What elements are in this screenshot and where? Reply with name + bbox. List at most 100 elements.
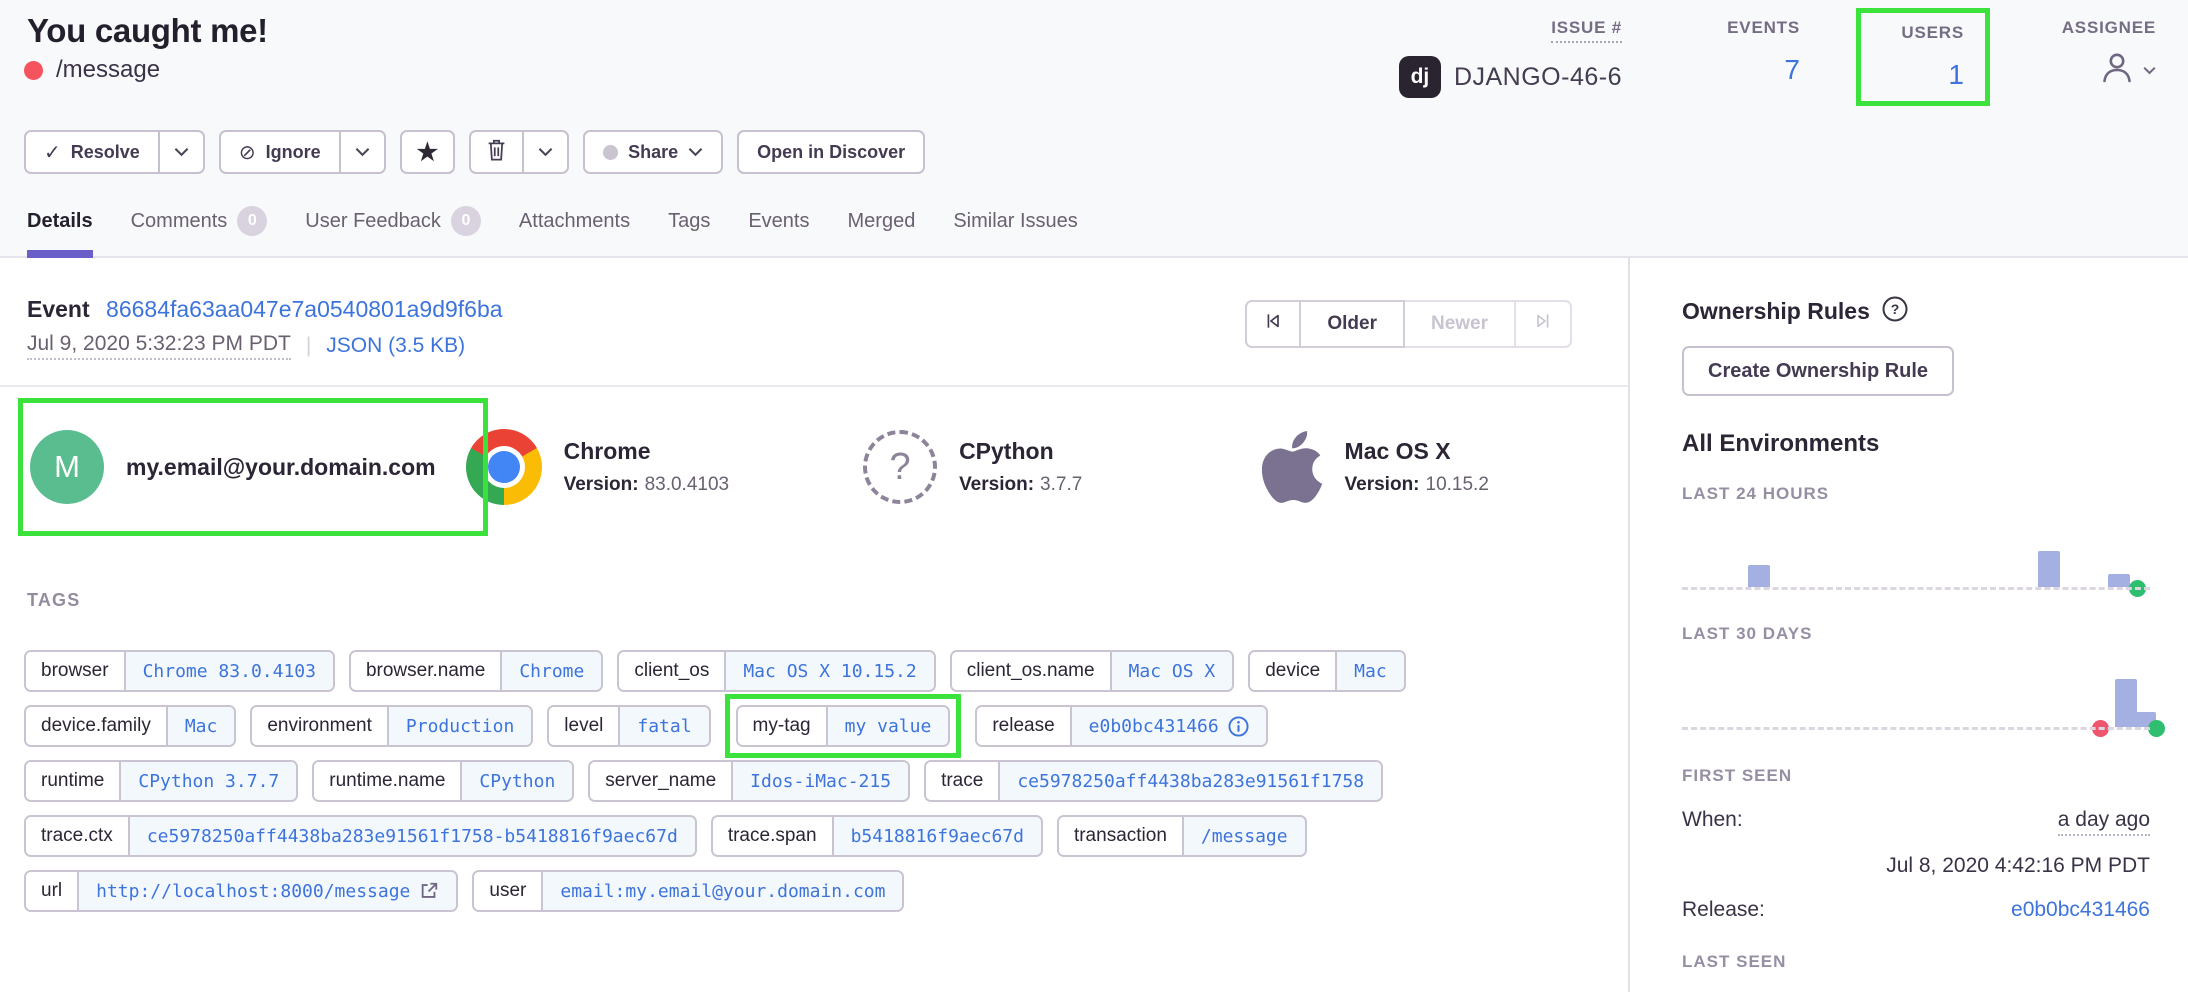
event-json-link[interactable]: JSON (3.5 KB) — [326, 334, 465, 358]
newer-event-button[interactable]: Newer — [1405, 300, 1516, 348]
tag-value[interactable]: b5418816f9aec67d — [832, 817, 1041, 855]
issue-number-label[interactable]: ISSUE # — [1551, 18, 1622, 43]
delete-button-group — [469, 130, 569, 174]
help-icon[interactable]: ? — [1882, 296, 1908, 327]
skip-to-latest-button[interactable] — [1516, 300, 1572, 348]
tag-key: runtime — [26, 762, 119, 800]
sparkline-last-24-hours — [1682, 534, 2150, 590]
tag-key: device — [1250, 652, 1335, 690]
tag-value[interactable]: email:my.email@your.domain.com — [541, 872, 902, 910]
tag-value-text: my value — [845, 716, 932, 737]
version-label: Version: — [564, 474, 639, 495]
tag-value[interactable]: Production — [387, 707, 531, 745]
older-event-button[interactable]: Older — [1301, 300, 1405, 348]
event-title-row: Event 86684fa63aa047e7a0540801a9d9f6ba — [27, 296, 503, 323]
ignore-button[interactable]: ⊘ Ignore — [219, 130, 341, 174]
tag-value[interactable]: Mac OS X — [1110, 652, 1233, 690]
tag-key: release — [977, 707, 1069, 745]
first-seen-relative[interactable]: a day ago — [2058, 808, 2150, 836]
tab-tags[interactable]: Tags — [668, 206, 710, 256]
tag-value[interactable]: ce5978250aff4438ba283e91561f1758-b541881… — [128, 817, 695, 855]
tag-key: trace.ctx — [26, 817, 128, 855]
ignore-dropdown-button[interactable] — [341, 130, 386, 174]
tag-value[interactable]: Idos-iMac-215 — [731, 762, 908, 800]
culprit-row: /message — [24, 56, 160, 84]
resolve-dropdown-button[interactable] — [160, 130, 205, 174]
tag-key: server_name — [590, 762, 731, 800]
delete-dropdown-button[interactable] — [524, 130, 569, 174]
tab-label: Attachments — [519, 210, 630, 233]
tag-value[interactable]: Chrome 83.0.4103 — [124, 652, 333, 690]
tag-value[interactable]: CPython — [460, 762, 572, 800]
resolve-button[interactable]: ✓ Resolve — [24, 130, 160, 174]
tag-value[interactable]: Mac — [166, 707, 235, 745]
release-link[interactable]: e0b0bc431466 — [2011, 898, 2150, 922]
os-card-text: Mac OS X Version:10.15.2 — [1345, 438, 1489, 496]
svg-text:?: ? — [1891, 301, 1900, 317]
tag-value[interactable]: fatal — [618, 707, 708, 745]
skip-to-first-icon — [1263, 311, 1283, 337]
tag-value-text: Chrome 83.0.4103 — [143, 661, 316, 682]
tags-list: browserChrome 83.0.4103browser.nameChrom… — [24, 650, 1608, 925]
tag-key: client_os.name — [952, 652, 1110, 690]
tag-value-text: fatal — [637, 716, 691, 737]
tags-heading: TAGS — [27, 590, 80, 611]
chevron-down-icon — [538, 147, 553, 157]
tag-value[interactable]: Mac OS X 10.15.2 — [724, 652, 933, 690]
version-label: Version: — [959, 474, 1034, 495]
stat-assignee: ASSIGNEE — [2062, 18, 2156, 91]
tag-value[interactable]: http://localhost:8000/message — [77, 872, 456, 910]
delete-button[interactable] — [469, 130, 524, 174]
runtime-version: Version:3.7.7 — [959, 474, 1082, 496]
tab-count-badge: 0 — [451, 206, 481, 236]
events-count[interactable]: 7 — [1727, 54, 1800, 86]
create-ownership-rule-button[interactable]: Create Ownership Rule — [1682, 346, 1954, 396]
ignore-label: Ignore — [266, 142, 321, 163]
tag-key: device.family — [26, 707, 166, 745]
external-link-icon[interactable] — [419, 881, 439, 901]
tab-merged[interactable]: Merged — [848, 206, 916, 256]
browser-version: Version:83.0.4103 — [564, 474, 730, 496]
event-context-summary: M my.email@your.domain.com Chrome Versio… — [0, 398, 1628, 536]
event-timestamp[interactable]: Jul 9, 2020 5:32:23 PM PDT — [27, 332, 291, 360]
avatar: M — [30, 430, 104, 504]
tab-details[interactable]: Details — [27, 206, 93, 256]
oldest-event-button[interactable] — [1245, 300, 1301, 348]
event-meta-row: Jul 9, 2020 5:32:23 PM PDT | JSON (3.5 K… — [27, 332, 465, 360]
bookmark-button[interactable]: ★ — [400, 130, 456, 174]
tab-user-feedback[interactable]: User Feedback0 — [305, 206, 481, 256]
version-value: 10.15.2 — [1426, 474, 1489, 495]
tag-value[interactable]: /message — [1182, 817, 1305, 855]
browser-name: Chrome — [564, 438, 730, 465]
ignore-button-group: ⊘ Ignore — [219, 130, 386, 174]
spark-marker-dot — [2129, 580, 2146, 597]
tab-label: Tags — [668, 210, 710, 233]
os-version: Version:10.15.2 — [1345, 474, 1489, 496]
tag-value-text: b5418816f9aec67d — [851, 826, 1024, 847]
tag-value[interactable]: Chrome — [500, 652, 601, 690]
tab-count-badge: 0 — [237, 206, 267, 236]
mute-icon: ⊘ — [239, 140, 256, 165]
tag-value[interactable]: my value — [826, 707, 949, 745]
tag-value[interactable]: CPython 3.7.7 — [119, 762, 296, 800]
tag-pill-trace: tracece5978250aff4438ba283e91561f1758 — [924, 760, 1383, 802]
tab-comments[interactable]: Comments0 — [131, 206, 268, 256]
tab-attachments[interactable]: Attachments — [519, 206, 630, 256]
event-id-link[interactable]: 86684fa63aa047e7a0540801a9d9f6ba — [106, 296, 503, 322]
assignee-dropdown[interactable] — [2062, 50, 2156, 91]
tag-row: runtimeCPython 3.7.7runtime.nameCPythons… — [24, 760, 1608, 802]
spark-marker-dot — [2092, 720, 2109, 737]
tag-value[interactable]: ce5978250aff4438ba283e91561f1758 — [998, 762, 1381, 800]
users-count[interactable]: 1 — [1861, 59, 1964, 91]
share-button[interactable]: Share — [583, 130, 723, 174]
share-status-dot — [603, 145, 618, 160]
tag-value[interactable]: Mac — [1335, 652, 1404, 690]
ownership-rules-title: Ownership Rules — [1682, 298, 1870, 325]
tag-value[interactable]: e0b0bc431466 — [1070, 707, 1266, 745]
open-in-discover-button[interactable]: Open in Discover — [737, 130, 925, 174]
tag-key: browser.name — [351, 652, 500, 690]
tab-similar-issues[interactable]: Similar Issues — [953, 206, 1077, 256]
tab-events[interactable]: Events — [748, 206, 809, 256]
first-seen-release-row: Release: e0b0bc431466 — [1682, 898, 2150, 922]
info-icon[interactable] — [1228, 716, 1249, 737]
